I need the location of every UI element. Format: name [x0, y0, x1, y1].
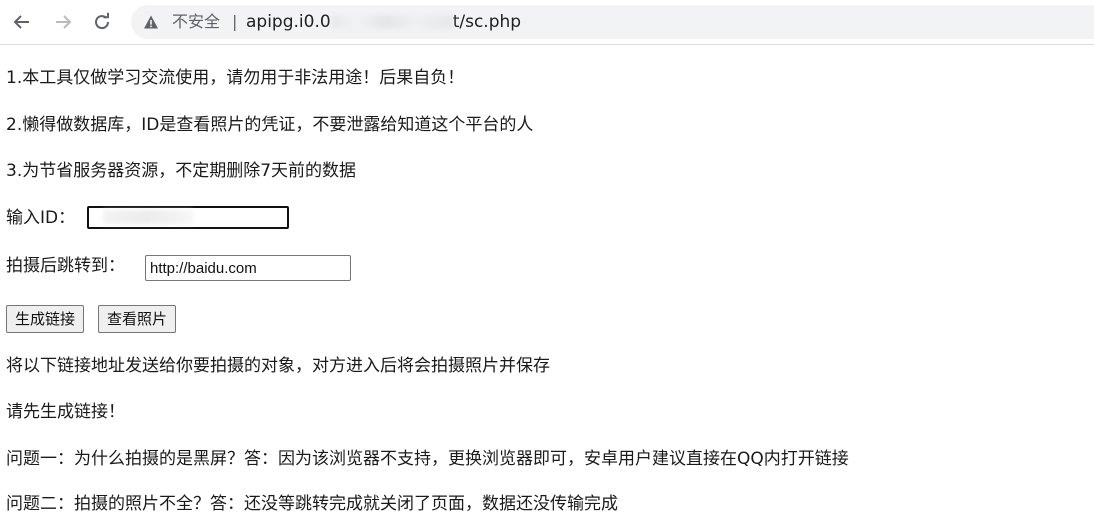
note-3: 3.为节省服务器资源，不定期删除7天前的数据	[6, 161, 357, 181]
reload-button[interactable]	[89, 9, 115, 35]
back-button[interactable]	[9, 9, 35, 35]
note-1: 1.本工具仅做学习交流使用，请勿用于非法用途！后果自负！	[6, 68, 465, 88]
arrow-right-icon	[56, 15, 72, 29]
redirect-url-input[interactable]	[145, 255, 351, 281]
url-redacted-region	[331, 15, 452, 29]
insecure-label: 不安全	[172, 12, 221, 31]
address-bar[interactable]: 不安全 | apipg.i0.0 t/sc.php	[131, 5, 1094, 39]
send-hint: 将以下链接地址发送给你要拍摄的对象，对方进入后将会拍摄照片并保存	[6, 356, 550, 376]
redirect-label: 拍摄后跳转到：	[6, 256, 125, 276]
id-label: 输入ID：	[6, 208, 76, 228]
reload-icon	[95, 12, 110, 30]
forward-button[interactable]	[50, 9, 76, 35]
generate-link-button[interactable]: 生成链接	[6, 305, 85, 333]
faq-1: 问题一：为什么拍摄的是黑屏？答：因为该浏览器不支持，更换浏览器即可，安卓用户建议…	[6, 449, 849, 469]
link-status: 请先生成链接！	[6, 402, 125, 422]
faq-2: 问题二：拍摄的照片不全？答：还没等跳转完成就关闭了页面，数据还没传输完成	[6, 494, 618, 514]
note-2: 2.懒得做数据库，ID是查看照片的凭证，不要泄露给知道这个平台的人	[6, 115, 534, 135]
browser-toolbar: 不安全 | apipg.i0.0 t/sc.php	[0, 0, 1094, 45]
warning-triangle-icon	[144, 15, 158, 29]
view-photos-button[interactable]: 查看照片	[98, 305, 177, 333]
address-separator: |	[232, 12, 238, 31]
id-input[interactable]	[87, 206, 289, 229]
arrow-left-icon	[13, 15, 29, 29]
url-prefix: apipg.i0.0	[246, 12, 331, 32]
url-text[interactable]: apipg.i0.0 t/sc.php	[246, 12, 521, 32]
url-suffix: t/sc.php	[452, 12, 522, 32]
